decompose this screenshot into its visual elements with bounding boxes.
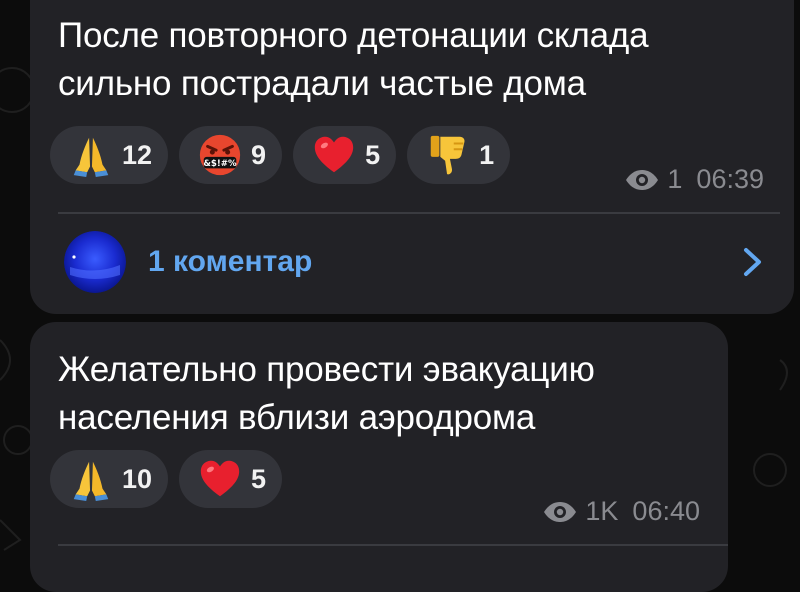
views-count: 1 [667, 164, 683, 194]
reaction-angry-symbols[interactable]: &$!#% 9 [179, 126, 283, 184]
reactions-bar: 10 5 [50, 450, 283, 508]
message-text-line: сильно пострадали частые дома [58, 64, 586, 103]
reaction-count: 10 [122, 463, 153, 494]
folded-hands-icon [73, 137, 109, 178]
eye-icon [626, 169, 659, 190]
folded-hands-icon [73, 461, 109, 502]
thumbs-down-icon [430, 135, 465, 175]
message-text-line: После повторного детонации склада [58, 16, 649, 55]
comments-button[interactable]: 1 коментар [64, 231, 764, 293]
message-bubble: После повторного детонации склада сильно… [30, 0, 794, 314]
reaction-thumbs-down[interactable]: 1 [407, 126, 511, 184]
message-text: После повторного детонации склада сильно… [58, 12, 649, 108]
reaction-folded-hands[interactable]: 12 [50, 126, 169, 184]
views-count: 1K [585, 496, 619, 526]
message-text-line: Желательно провести эвакуацию [58, 350, 595, 389]
message-time: 06:39 [696, 164, 764, 194]
message-bubble: Желательно провести эвакуацию населения … [30, 322, 728, 592]
chevron-right-icon [744, 248, 761, 276]
message-text-line: населения вблизи аэродрома [58, 398, 536, 437]
message-meta: 1 06:39 [625, 164, 764, 195]
message-time: 06:40 [632, 496, 700, 526]
message-meta: 1K 06:40 [543, 496, 700, 527]
divider [58, 544, 728, 546]
reactions-bar: 12 &$!#% 9 5 1 [50, 126, 511, 184]
reaction-folded-hands[interactable]: 10 [50, 450, 169, 508]
reaction-count: 1 [479, 139, 495, 170]
comments-label: 1 коментар [148, 245, 313, 278]
reaction-count: 5 [365, 139, 381, 170]
reaction-count: 5 [251, 463, 267, 494]
face-with-symbols-icon: &$!#% [199, 134, 241, 176]
red-heart-icon [200, 460, 240, 497]
red-heart-icon [314, 136, 354, 173]
reaction-heart[interactable]: 5 [179, 450, 283, 508]
reaction-count: 9 [251, 139, 267, 170]
symbols-text: &$!#% [203, 159, 237, 169]
eye-icon [544, 501, 577, 522]
reaction-heart[interactable]: 5 [293, 126, 397, 184]
avatar [64, 231, 126, 293]
reaction-count: 12 [122, 139, 153, 170]
message-text: Желательно провести эвакуацию населения … [58, 346, 595, 442]
divider [58, 212, 780, 214]
